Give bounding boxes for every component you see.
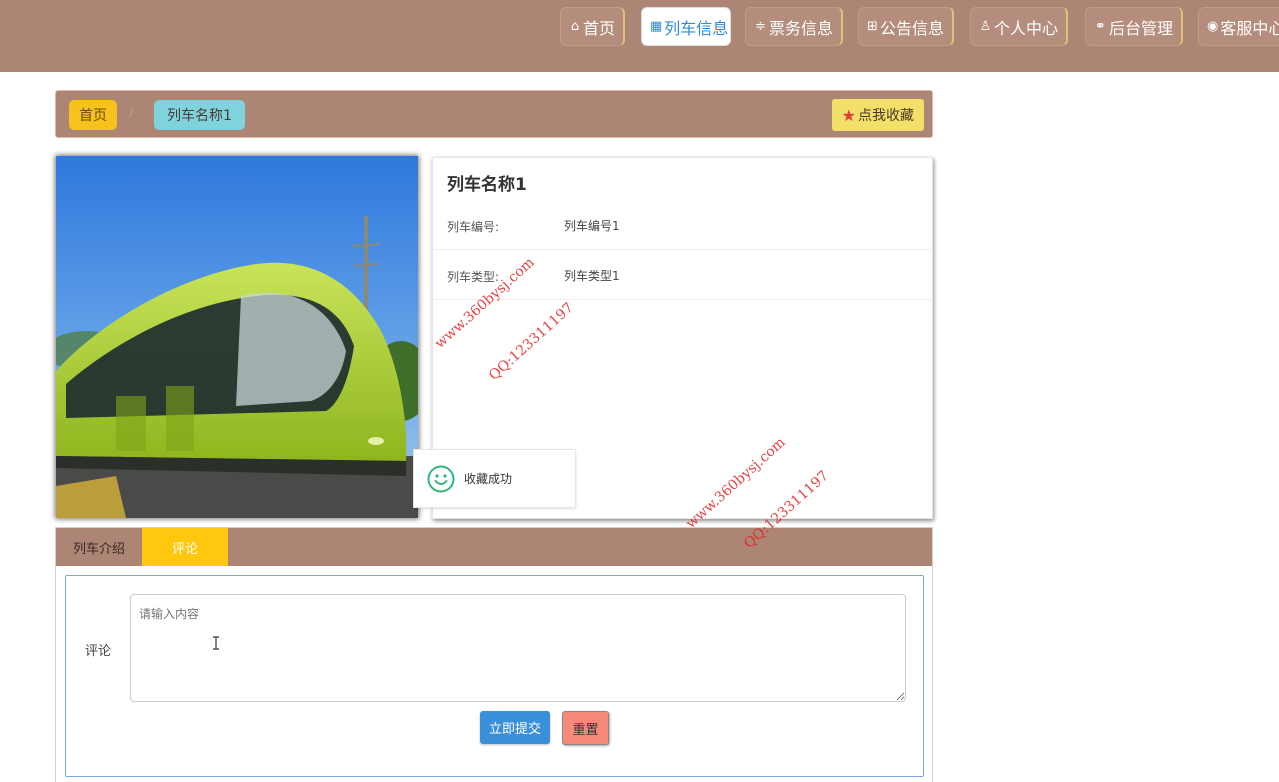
home-icon: ⌂ [570, 19, 580, 34]
smile-icon [427, 465, 455, 492]
nav-label: 列车信息 [664, 18, 729, 38]
nav-user-center[interactable]: ♙ 个人中心 [970, 7, 1068, 46]
breadcrumb: 首页 / 列车名称1 ★ 点我收藏 [55, 90, 933, 138]
comment-textarea[interactable] [130, 594, 906, 702]
nav-customer-service[interactable]: ◉ 客服中心 [1198, 7, 1279, 46]
favorite-label: 点我收藏 [858, 108, 914, 124]
detail-label: 列车编号: [447, 220, 500, 234]
train-image [56, 156, 418, 518]
nav-ticket-info[interactable]: ≑ 票务信息 [745, 7, 843, 46]
nav-train-info[interactable]: ▦ 列车信息 [641, 7, 731, 46]
nav-admin[interactable]: ⚭ 后台管理 [1085, 7, 1183, 46]
nav-notice-info[interactable]: ⊞ 公告信息 [858, 7, 954, 46]
nav-label: 客服中心 [1220, 18, 1279, 38]
detail-row-number: 列车编号: 列车编号1 [433, 200, 932, 250]
top-navbar: ⌂ 首页 ▦ 列车信息 ≑ 票务信息 ⊞ 公告信息 ♙ 个人中心 ⚭ 后台管理 … [0, 0, 1279, 72]
grid-icon: ▦ [650, 19, 663, 34]
reset-button[interactable]: 重置 [562, 711, 609, 745]
nav-label: 公告信息 [879, 18, 944, 38]
tabs-header: 列车介绍 评论 [56, 528, 932, 566]
support-icon: ◉ [1207, 19, 1219, 34]
user-icon: ♙ [979, 19, 992, 34]
success-toast: 收藏成功 [413, 449, 576, 508]
detail-value: 列车编号1 [564, 219, 620, 233]
gift-icon: ⊞ [867, 19, 878, 34]
sliders-icon: ≑ [755, 19, 766, 34]
link-icon: ⚭ [1095, 19, 1106, 34]
ibeam-cursor-icon [213, 636, 219, 650]
star-icon: ★ [841, 105, 856, 125]
submit-button[interactable]: 立即提交 [480, 711, 550, 744]
favorite-button[interactable]: ★ 点我收藏 [831, 99, 924, 131]
tab-intro[interactable]: 列车介绍 [56, 528, 142, 566]
detail-title: 列车名称1 [447, 175, 527, 195]
toast-message: 收藏成功 [464, 472, 513, 486]
nav-label: 首页 [582, 18, 615, 38]
comment-label: 评论 [85, 644, 112, 659]
tabs-panel: 列车介绍 评论 评论 立即提交 重置 [55, 527, 933, 782]
breadcrumb-current: 列车名称1 [154, 100, 245, 130]
tab-comment[interactable]: 评论 [142, 528, 228, 566]
breadcrumb-separator: / [129, 106, 134, 120]
nav-label: 后台管理 [1108, 18, 1173, 38]
breadcrumb-home[interactable]: 首页 [69, 100, 117, 130]
detail-label: 列车类型: [447, 270, 500, 284]
comment-form: 评论 立即提交 重置 [65, 575, 924, 777]
nav-label: 个人中心 [993, 18, 1058, 38]
detail-value: 列车类型1 [564, 269, 620, 283]
train-photo [56, 156, 418, 518]
nav-label: 票务信息 [768, 18, 833, 38]
nav-home[interactable]: ⌂ 首页 [560, 7, 625, 46]
